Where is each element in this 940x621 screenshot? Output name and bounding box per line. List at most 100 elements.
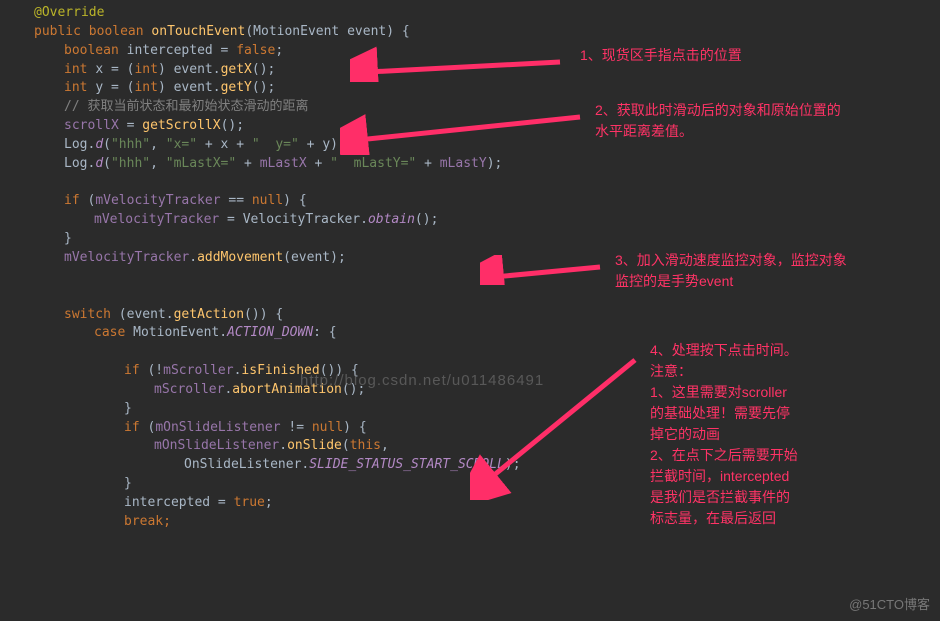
call: abortAnimation <box>232 382 342 397</box>
txt: = VelocityTracker. <box>219 212 368 227</box>
op: = <box>210 495 233 510</box>
txt: OnSlideListener. <box>184 457 309 472</box>
kw: boolean <box>64 43 127 58</box>
field: mVelocityTracker <box>94 212 219 227</box>
punct: . <box>189 250 197 265</box>
kw: int <box>64 62 95 77</box>
var: intercepted <box>127 43 213 58</box>
method-name: onTouchEvent <box>151 24 245 39</box>
txt: + <box>236 156 259 171</box>
call: isFinished <box>241 363 319 378</box>
str: "x=" <box>166 137 197 152</box>
punct: : { <box>313 325 336 340</box>
kw-this: this <box>350 438 381 453</box>
field: mScroller <box>154 382 224 397</box>
call: getY <box>221 80 252 95</box>
txt: + <box>416 156 439 171</box>
punct: . <box>279 438 287 453</box>
kw-null: null <box>312 420 343 435</box>
const: SLIDE_STATUS_START_SCROLL <box>309 457 505 472</box>
txt: ) event. <box>158 62 221 77</box>
annotation-note-2: 2、获取此时滑动后的对象和原始位置的 水平距离差值。 <box>595 100 841 142</box>
op: == <box>221 193 252 208</box>
const: ACTION_DOWN <box>227 325 313 340</box>
txt: MotionEvent. <box>133 325 227 340</box>
txt: y = ( <box>95 80 134 95</box>
punct: ) { <box>283 193 306 208</box>
punct: , <box>381 438 389 453</box>
str: "hhh" <box>111 137 150 152</box>
kw-if: if <box>64 193 87 208</box>
txt: + x + <box>197 137 252 152</box>
txt: Log. <box>64 137 95 152</box>
txt: (event. <box>119 307 174 322</box>
kw-true: true <box>234 495 265 510</box>
punct: ); <box>487 156 503 171</box>
punct: ); <box>505 457 521 472</box>
op: != <box>281 420 312 435</box>
static-call: d <box>95 156 103 171</box>
kw-false: false <box>236 43 275 58</box>
punct: } <box>124 401 132 416</box>
field: mScroller <box>163 363 233 378</box>
str: "mLastX=" <box>166 156 236 171</box>
call: addMovement <box>197 250 283 265</box>
punct: } <box>124 476 132 491</box>
call: getScrollX <box>142 118 220 133</box>
op: = <box>213 43 236 58</box>
punct: ( <box>342 438 350 453</box>
op: = <box>119 118 142 133</box>
call: getAction <box>174 307 244 322</box>
kw-break: break; <box>124 514 171 529</box>
str: "hhh" <box>111 156 150 171</box>
str: " y=" <box>252 137 299 152</box>
punct: } <box>64 231 72 246</box>
punct: (); <box>252 62 275 77</box>
txt: + y); <box>299 137 346 152</box>
kw-if: if <box>124 420 147 435</box>
punct: (); <box>221 118 244 133</box>
kw-if: if <box>124 363 147 378</box>
punct: , <box>150 137 166 152</box>
punct: (! <box>147 363 163 378</box>
kw-boolean: boolean <box>89 24 152 39</box>
kw: int <box>64 80 95 95</box>
txt: x = ( <box>95 62 134 77</box>
txt: (event); <box>283 250 346 265</box>
punct: ( <box>103 137 111 152</box>
txt: Log. <box>64 156 95 171</box>
watermark-corner: @51CTO博客 <box>849 596 930 615</box>
punct: ) { <box>343 420 366 435</box>
punct: (); <box>415 212 438 227</box>
str: " mLastY=" <box>330 156 416 171</box>
annotation-note-4: 4、处理按下点击时间。 注意： 1、这里需要对scroller 的基础处理！需要… <box>650 340 798 529</box>
kw: int <box>134 80 157 95</box>
field: mOnSlideListener <box>154 438 279 453</box>
kw-case: case <box>94 325 133 340</box>
txt: + <box>307 156 330 171</box>
annotation: @Override <box>34 5 104 20</box>
punct: ; <box>265 495 273 510</box>
field: mVelocityTracker <box>64 250 189 265</box>
punct: , <box>150 156 166 171</box>
code-editor: @Override public boolean onTouchEvent(Mo… <box>0 0 620 532</box>
kw-switch: switch <box>64 307 119 322</box>
punct: ()) { <box>320 363 359 378</box>
kw-null: null <box>252 193 283 208</box>
comment: // 获取当前状态和最初始状态滑动的距离 <box>64 99 308 114</box>
field: mVelocityTracker <box>95 193 220 208</box>
punct: ; <box>275 43 283 58</box>
field: scrollX <box>64 118 119 133</box>
static-call: d <box>95 137 103 152</box>
field: mLastY <box>440 156 487 171</box>
method-params: (MotionEvent event) { <box>245 24 409 39</box>
kw: int <box>134 62 157 77</box>
txt: ) event. <box>158 80 221 95</box>
punct: (); <box>342 382 365 397</box>
field: mLastX <box>260 156 307 171</box>
call: onSlide <box>287 438 342 453</box>
static-call: obtain <box>368 212 415 227</box>
kw-public: public <box>34 24 89 39</box>
field: mOnSlideListener <box>155 420 280 435</box>
punct: ()) { <box>244 307 283 322</box>
